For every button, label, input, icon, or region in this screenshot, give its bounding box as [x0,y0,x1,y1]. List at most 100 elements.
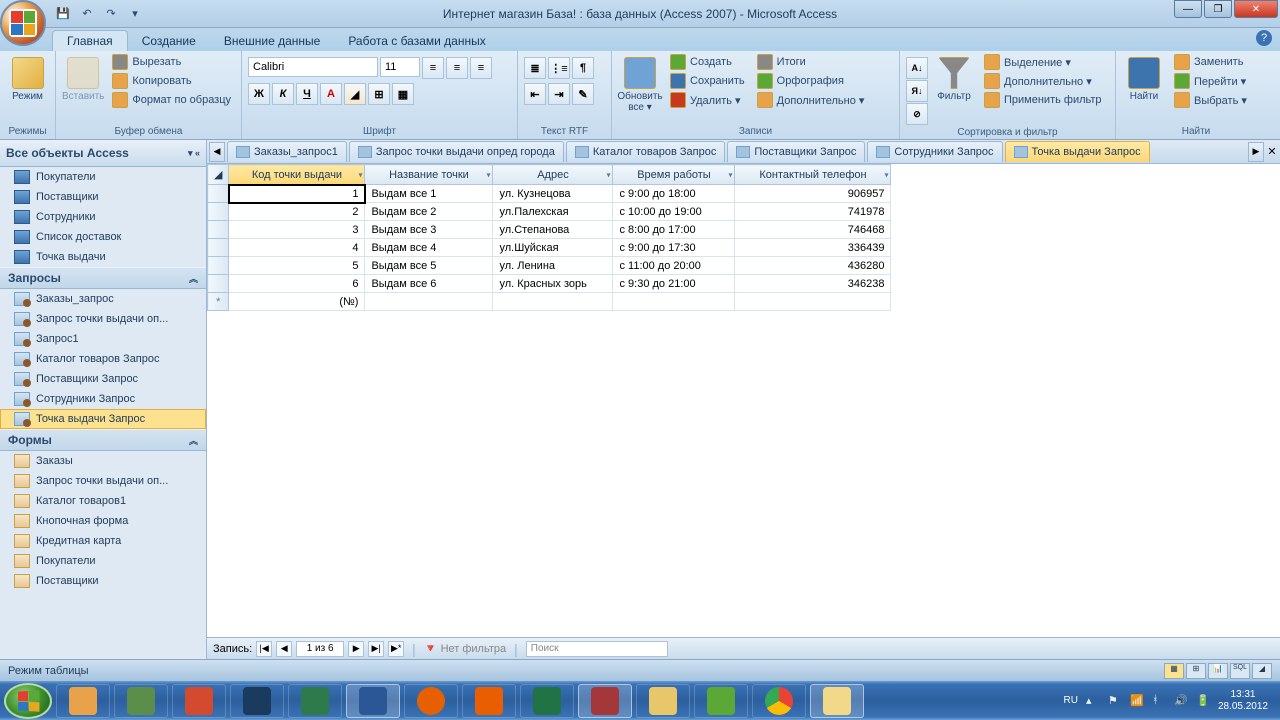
pivottable-view-button[interactable]: ⊞ [1186,663,1206,679]
doc-tab[interactable]: Поставщики Запрос [727,141,865,162]
nav-item-query[interactable]: Сотрудники Запрос [0,389,206,409]
help-icon[interactable]: ? [1256,30,1272,46]
cell[interactable]: 6 [229,275,365,293]
cell[interactable]: 336439 [735,239,891,257]
taskbar-app-firefox[interactable] [404,684,458,718]
bullets-button[interactable]: ≣ [524,57,546,79]
nav-item-table[interactable]: Точка выдачи [0,247,206,267]
first-record-button[interactable]: |◀ [256,641,272,657]
clock[interactable]: 13:31 28.05.2012 [1218,689,1276,713]
taskbar-app[interactable] [636,684,690,718]
taskbar-app-word[interactable] [346,684,400,718]
dropdown-icon[interactable]: ▾ [358,170,362,179]
nav-item-query[interactable]: Заказы_запрос [0,289,206,309]
next-record-button[interactable]: ▶ [348,641,364,657]
qat-customize-icon[interactable]: ▾ [124,3,146,25]
dropdown-icon[interactable]: ▾ [486,170,490,179]
new-record-nav-button[interactable]: ▶* [388,641,404,657]
cell[interactable]: ул.Шуйская [493,239,613,257]
nav-item-form[interactable]: Покупатели [0,551,206,571]
ribbon-tab-dbtools[interactable]: Работа с базами данных [334,31,499,51]
underline-button[interactable]: Ч [296,83,318,105]
tray-arrow-icon[interactable]: ▴ [1086,694,1100,708]
nav-item-form[interactable]: Кредитная карта [0,531,206,551]
cell[interactable]: 4 [229,239,365,257]
cell[interactable]: Выдам все 6 [365,275,493,293]
cell[interactable] [735,293,891,311]
nav-group-queries[interactable]: Запросы︽ [0,267,206,289]
spelling-button[interactable]: Орфография [753,72,869,90]
data-row[interactable]: 3Выдам все 3ул.Степановас 8:00 до 17:007… [208,221,891,239]
column-header[interactable]: Контактный телефон▾ [735,165,891,185]
nav-item-form[interactable]: Кнопочная форма [0,511,206,531]
row-selector[interactable] [208,203,229,221]
record-position-input[interactable] [296,641,344,657]
cell[interactable]: 346238 [735,275,891,293]
cell[interactable]: Выдам все 2 [365,203,493,221]
cell[interactable]: 3 [229,221,365,239]
cell[interactable]: (№) [229,293,365,311]
doc-tab[interactable]: Заказы_запрос1 [227,141,347,162]
cell[interactable]: ул. Ленина [493,257,613,275]
sql-view-button[interactable]: SQL [1230,663,1250,679]
align-left-button[interactable]: ≡ [422,57,444,79]
column-header[interactable]: Адрес▾ [493,165,613,185]
tab-scroll-left[interactable]: ◀ [209,142,225,162]
close-button[interactable]: ✕ [1234,0,1278,18]
maximize-button[interactable]: ❐ [1204,0,1232,18]
close-tab-button[interactable]: ✕ [1264,145,1280,158]
data-row[interactable]: 4Выдам все 4ул.Шуйскаяс 9:00 до 17:30336… [208,239,891,257]
cell[interactable]: Выдам все 3 [365,221,493,239]
cut-button[interactable]: Вырезать [108,53,235,71]
nav-item-query[interactable]: Точка выдачи Запрос [0,409,206,429]
search-box[interactable] [526,641,668,657]
column-header[interactable]: Время работы▾ [613,165,735,185]
taskbar-app-chrome[interactable] [752,684,806,718]
text-dir-button[interactable]: ¶ [572,57,594,79]
redo-icon[interactable]: ↷ [100,3,122,25]
alt-row-button[interactable]: ▦ [392,83,414,105]
cell[interactable]: с 8:00 до 17:00 [613,221,735,239]
taskbar-app[interactable] [694,684,748,718]
cell[interactable]: с 9:00 до 18:00 [613,185,735,203]
taskbar-app[interactable] [288,684,342,718]
nav-item-form[interactable]: Каталог товаров1 [0,491,206,511]
cell[interactable]: ул. Красных зорь [493,275,613,293]
new-row-selector[interactable]: * [208,293,229,311]
network-icon[interactable]: 📶 [1130,694,1144,708]
delete-record-button[interactable]: Удалить ▾ [666,91,749,109]
align-right-button[interactable]: ≡ [470,57,492,79]
cell[interactable]: 741978 [735,203,891,221]
advanced-filter-button[interactable]: Дополнительно ▾ [980,72,1106,90]
cell[interactable]: Выдам все 1 [365,185,493,203]
align-center-button[interactable]: ≡ [446,57,468,79]
cell[interactable]: 906957 [735,185,891,203]
new-row[interactable]: *(№) [208,293,891,311]
save-icon[interactable]: 💾 [52,3,74,25]
pivotchart-view-button[interactable]: 📊 [1208,663,1228,679]
cell[interactable]: 1 [229,185,365,203]
row-selector[interactable] [208,275,229,293]
taskbar-app-explorer[interactable] [810,684,864,718]
copy-button[interactable]: Копировать [108,72,235,90]
sort-asc-button[interactable]: А↓ [906,57,928,79]
cell[interactable]: с 9:30 до 21:00 [613,275,735,293]
cell[interactable]: с 9:00 до 17:30 [613,239,735,257]
replace-button[interactable]: Заменить [1170,53,1251,71]
cell[interactable]: с 10:00 до 19:00 [613,203,735,221]
start-button[interactable] [4,683,52,719]
taskbar-app[interactable] [172,684,226,718]
sort-desc-button[interactable]: Я↓ [906,80,928,102]
refresh-all-button[interactable]: Обновить все ▾ [618,53,662,113]
more-records-button[interactable]: Дополнительно ▾ [753,91,869,109]
new-record-button[interactable]: Создать [666,53,749,71]
taskbar-app-excel[interactable] [520,684,574,718]
row-selector[interactable] [208,185,229,203]
language-indicator[interactable]: RU [1063,695,1077,706]
numbering-button[interactable]: ⋮≡ [548,57,570,79]
row-selector[interactable] [208,221,229,239]
column-header[interactable]: Код точки выдачи▾ [229,165,365,185]
nav-item-query[interactable]: Запрос1 [0,329,206,349]
filter-indicator[interactable]: 🔻 Нет фильтра [424,642,506,655]
toggle-filter-button[interactable]: Применить фильтр [980,91,1106,109]
